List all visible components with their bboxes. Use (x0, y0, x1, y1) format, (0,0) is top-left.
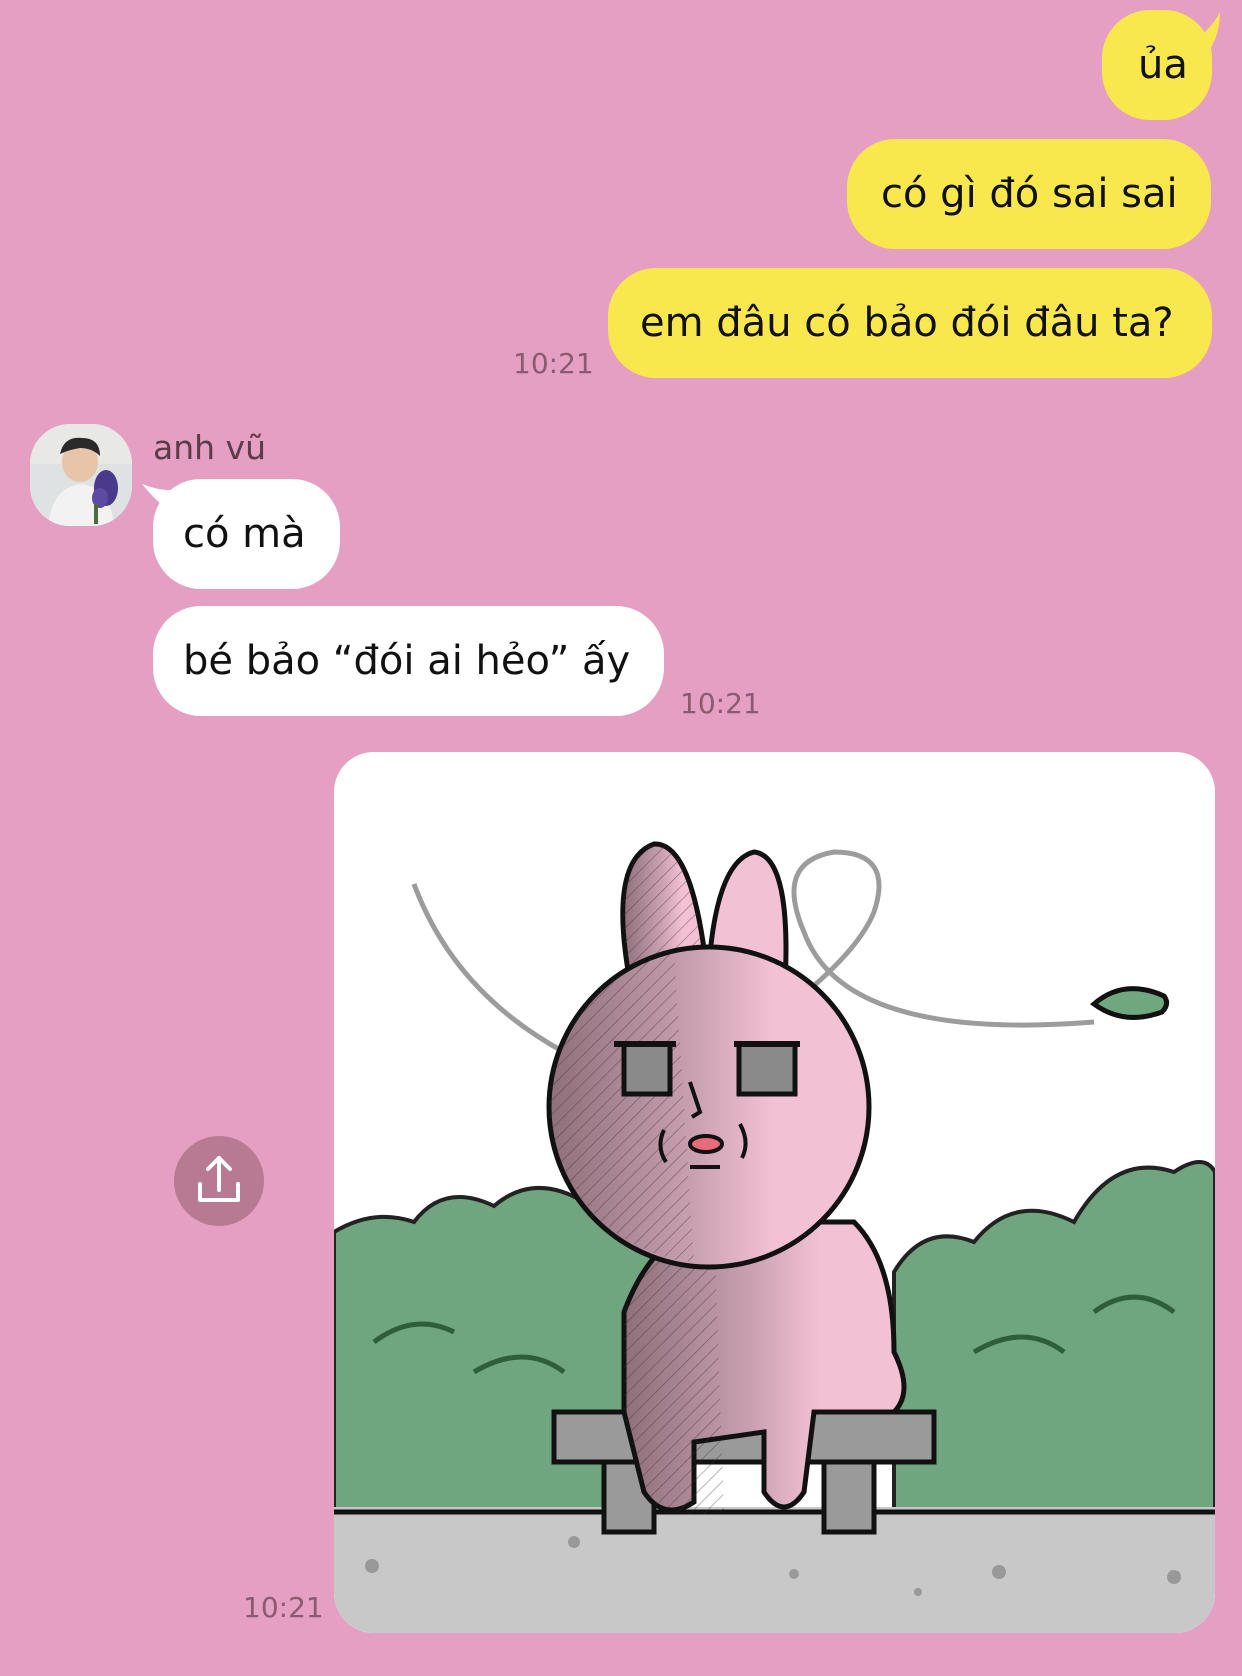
message-timestamp: 10:21 (243, 1591, 324, 1624)
message-text: em đâu có bảo đói đâu ta? (640, 300, 1174, 346)
message-text: có mà (183, 511, 306, 557)
avatar-photo (30, 424, 132, 526)
message-text: bé bảo “đói ai hẻo” ấy (183, 638, 631, 684)
bubble-tail (1180, 12, 1220, 62)
message-timestamp: 10:21 (513, 347, 594, 380)
incoming-message-bubble[interactable]: bé bảo “đói ai hẻo” ấy (153, 606, 664, 716)
share-button[interactable] (174, 1136, 264, 1226)
message-timestamp: 10:21 (680, 687, 761, 720)
avatar[interactable] (30, 424, 132, 526)
message-text: có gì đó sai sai (881, 171, 1178, 217)
sender-name: anh vũ (153, 428, 266, 467)
pink-rabbit-sticker (334, 752, 1215, 1633)
outgoing-message-bubble[interactable]: em đâu có bảo đói đâu ta? (608, 268, 1212, 378)
sticker-image[interactable] (334, 752, 1215, 1633)
share-upload-icon (198, 1156, 240, 1202)
incoming-message-bubble[interactable]: có mà (153, 479, 340, 589)
outgoing-message-bubble[interactable]: có gì đó sai sai (847, 139, 1211, 249)
